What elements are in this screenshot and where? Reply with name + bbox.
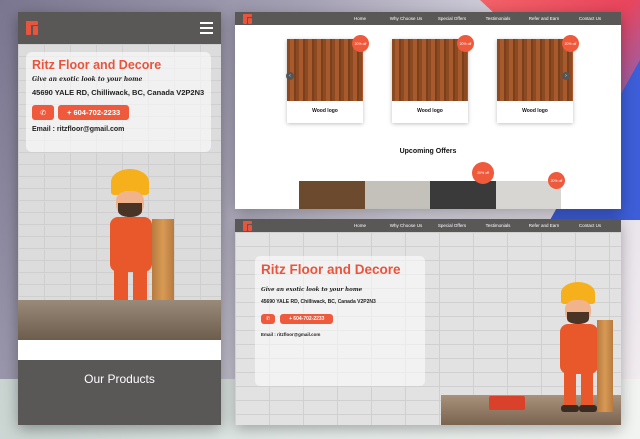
discount-badge: 20% off	[457, 35, 474, 52]
hero-title: Ritz Floor and Decore	[261, 262, 401, 277]
toolbox-illustration	[489, 396, 525, 410]
brand-logo[interactable]	[243, 13, 253, 24]
product-label: Wood logo	[312, 108, 338, 114]
hamburger-menu-icon[interactable]	[200, 22, 213, 34]
nav-testimonials[interactable]: Testimonials	[475, 223, 521, 228]
discount-badge: 20% off	[562, 35, 579, 52]
nav-testimonials[interactable]: Testimonials	[475, 16, 521, 21]
nav-refer-and-earn[interactable]: Refer and Earn	[521, 223, 567, 228]
offer-badge: 20% off	[548, 172, 565, 189]
hero-email: Email : ritzfloor@gmail.com	[261, 332, 321, 337]
phone-button[interactable]: + 604-702-2233	[280, 314, 334, 324]
desktop-hero-card: Ritz Floor and Decore Give an exotic loo…	[255, 256, 425, 386]
products-heading: Our Products	[84, 372, 155, 386]
discount-badge: 20% off	[352, 35, 369, 52]
wood-image	[287, 39, 363, 101]
nav-special-offers[interactable]: Special Offers	[429, 223, 475, 228]
hero-tagline: Give an exotic look to your home	[261, 287, 363, 293]
product-label: Wood logo	[417, 108, 443, 114]
mobile-hero: Ritz Floor and Decore Give an exotic loo…	[18, 44, 221, 340]
product-card[interactable]: Wood logo 20% off	[392, 35, 474, 123]
mobile-hero-card: Ritz Floor and Decore Give an exotic loo…	[26, 52, 211, 152]
nav-contact-us[interactable]: Contact Us	[567, 223, 613, 228]
brand-logo[interactable]	[26, 21, 40, 35]
mobile-separator	[18, 340, 221, 360]
nav-special-offers[interactable]: Special Offers	[429, 16, 475, 21]
chevron-right-icon[interactable]: ›	[562, 72, 570, 80]
nav-home[interactable]: Home	[337, 223, 383, 228]
hero-title: Ritz Floor and Decore	[32, 58, 162, 72]
product-card[interactable]: Wood logo 20% off	[287, 35, 369, 123]
phone-button[interactable]: + 604-702-2233	[58, 105, 130, 121]
brand-logo[interactable]	[243, 220, 253, 231]
desktop-navbar: Home Why Choose Us Special Offers Testim…	[235, 12, 621, 25]
upcoming-offers-heading: Upcoming Offers	[399, 148, 457, 155]
offers-strip	[299, 181, 561, 209]
mobile-screen: Ritz Floor and Decore Give an exotic loo…	[18, 12, 221, 425]
hero-email: Email : ritzfloor@gmail.com	[32, 126, 125, 134]
phone-icon-button[interactable]: ✆	[261, 314, 275, 324]
toolbox-illustration	[38, 316, 76, 330]
nav-why-choose-us[interactable]: Why Choose Us	[383, 16, 429, 21]
hero-address: 45690 YALE RD, Chilliwack, BC, Canada V2…	[261, 299, 376, 305]
worker-illustration	[557, 272, 617, 422]
nav-refer-and-earn[interactable]: Refer and Earn	[521, 16, 567, 21]
hero-address: 45690 YALE RD, Chilliwack, BC, Canada V2…	[32, 88, 205, 97]
nav-home[interactable]: Home	[337, 16, 383, 21]
wood-image	[392, 39, 468, 101]
product-card[interactable]: Wood logo 20% off	[497, 35, 579, 123]
nav-contact-us[interactable]: Contact Us	[567, 16, 613, 21]
chevron-left-icon[interactable]: ‹	[286, 72, 294, 80]
desktop-hero-screen: Home Why Choose Us Special Offers Testim…	[235, 219, 621, 425]
desktop-navbar: Home Why Choose Us Special Offers Testim…	[235, 219, 621, 232]
phone-icon-button[interactable]: ✆	[32, 105, 54, 121]
desktop-products-screen: Home Why Choose Us Special Offers Testim…	[235, 12, 621, 209]
nav-why-choose-us[interactable]: Why Choose Us	[383, 223, 429, 228]
hero-tagline: Give an exotic look to your home	[32, 76, 143, 83]
wood-image	[497, 39, 573, 101]
offer-badge: 20% off	[472, 162, 494, 184]
mobile-products-section: Our Products	[18, 360, 221, 425]
worker-illustration	[106, 169, 186, 319]
desktop-hero: Ritz Floor and Decore Give an exotic loo…	[235, 232, 621, 425]
product-label: Wood logo	[522, 108, 548, 114]
mobile-navbar	[18, 12, 221, 44]
